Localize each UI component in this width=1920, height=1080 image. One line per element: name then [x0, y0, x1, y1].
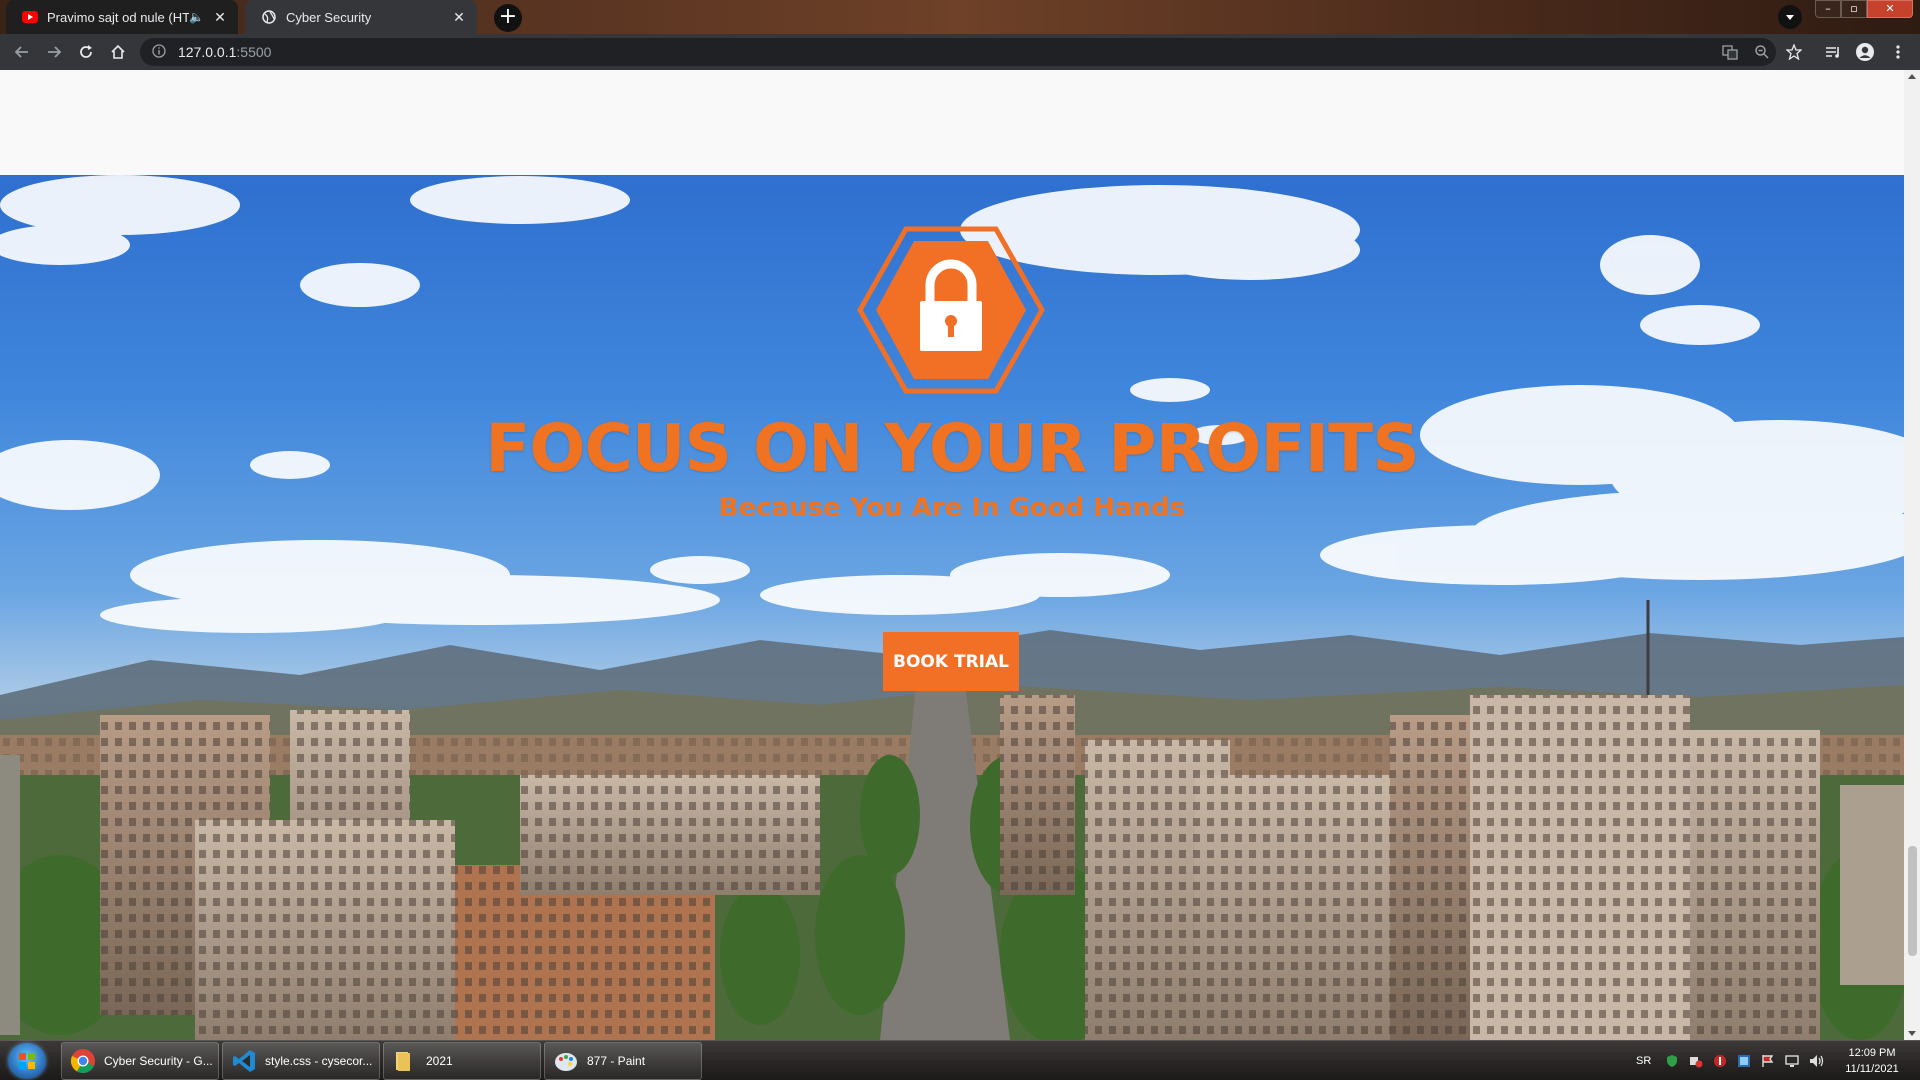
tab-title: Cyber Security: [286, 9, 372, 25]
bookmark-star-icon[interactable]: [1782, 40, 1806, 64]
scroll-down-arrow-icon[interactable]: [1908, 1031, 1916, 1036]
menu-dots-icon[interactable]: [1886, 40, 1910, 64]
taskbar-vscode-button[interactable]: style.css - cysecor...: [222, 1042, 380, 1080]
app-tray-icon[interactable]: [1737, 1054, 1751, 1068]
browser-toolbar: 127.0.0.1:5500: [0, 34, 1920, 70]
address-bar[interactable]: 127.0.0.1:5500: [140, 38, 1776, 66]
start-button[interactable]: [8, 1043, 46, 1079]
monitor-icon[interactable]: [1785, 1054, 1799, 1068]
taskbar-button-label: 2021: [426, 1054, 453, 1068]
tab-title: Pravimo sajt od nule (HTML i: [47, 9, 190, 25]
url-host: 127.0.0.1: [178, 44, 237, 60]
taskbar-button-label: style.css - cysecor...: [265, 1054, 373, 1068]
clock-date: 11/11/2021: [1845, 1063, 1899, 1075]
taskbar-clock[interactable]: 12:09 PM 11/11/2021: [1832, 1045, 1912, 1077]
minimize-button[interactable]: –: [1815, 0, 1841, 18]
page-viewport: FOCUS ON YOUR PROFITS Because You Are In…: [0, 70, 1904, 1040]
book-trial-button[interactable]: BOOK TRIAL: [883, 632, 1019, 691]
vscode-icon: [233, 1050, 255, 1072]
taskbar-button-label: Cyber Security - G...: [104, 1054, 213, 1068]
hero-section: FOCUS ON YOUR PROFITS Because You Are In…: [0, 175, 1904, 1040]
translate-icon[interactable]: [1718, 40, 1742, 64]
volume-icon[interactable]: [1809, 1054, 1825, 1068]
account-icon[interactable]: [1853, 40, 1877, 64]
maximize-button[interactable]: ▫: [1841, 0, 1867, 18]
taskbar-paint-button[interactable]: 877 - Paint: [544, 1042, 702, 1080]
hero-subtitle: Because You Are In Good Hands: [718, 493, 1186, 523]
site-info-icon[interactable]: [152, 44, 168, 60]
shield-icon[interactable]: [1665, 1054, 1679, 1068]
reading-list-icon[interactable]: [1821, 40, 1845, 64]
antivirus-icon[interactable]: [1713, 1054, 1727, 1068]
chrome-icon: [70, 1049, 95, 1074]
taskbar-button-label: 877 - Paint: [587, 1054, 646, 1068]
scroll-up-arrow-icon[interactable]: [1908, 74, 1916, 79]
scrollbar-thumb[interactable]: [1908, 846, 1917, 956]
tab-search-icon[interactable]: [1778, 5, 1802, 29]
windows-taskbar: Cyber Security - G... style.css - cyseco…: [0, 1040, 1920, 1080]
action-center-flag-icon[interactable]: [1761, 1054, 1775, 1068]
url-port: :5500: [236, 44, 272, 60]
hero-title: FOCUS ON YOUR PROFITS: [485, 410, 1420, 487]
forward-icon[interactable]: [38, 36, 70, 68]
taskbar-folder-button[interactable]: 2021: [383, 1042, 541, 1080]
back-icon[interactable]: [6, 36, 38, 68]
page-scrollbar[interactable]: [1904, 70, 1920, 1040]
youtube-icon: [22, 9, 38, 25]
home-icon[interactable]: [102, 36, 134, 68]
padlock-hexagon-icon: [857, 226, 1045, 394]
network-warning-icon[interactable]: [1689, 1054, 1703, 1068]
globe-icon: [261, 9, 277, 25]
taskbar-chrome-button[interactable]: Cyber Security - G...: [61, 1042, 219, 1080]
browser-tab-strip: Pravimo sajt od nule (HTML i 🔈 ✕ Cyber S…: [0, 0, 1920, 34]
language-indicator[interactable]: SR: [1636, 1055, 1651, 1067]
system-tray: SR: [1628, 1041, 1835, 1080]
tab-close-icon[interactable]: ✕: [212, 9, 228, 26]
close-window-button[interactable]: ✕: [1867, 0, 1913, 18]
folder-icon: [396, 1052, 410, 1071]
tab-close-icon[interactable]: ✕: [451, 9, 467, 26]
speaker-icon[interactable]: 🔈: [189, 10, 204, 24]
reload-icon[interactable]: [70, 36, 102, 68]
paint-icon: [555, 1053, 577, 1071]
tab-youtube[interactable]: Pravimo sajt od nule (HTML i 🔈 ✕: [6, 0, 238, 34]
clock-time: 12:09 PM: [1848, 1047, 1896, 1059]
zoom-icon[interactable]: [1750, 40, 1774, 64]
new-tab-button[interactable]: +: [494, 4, 522, 32]
tab-cyber-security[interactable]: Cyber Security ✕: [245, 0, 477, 34]
